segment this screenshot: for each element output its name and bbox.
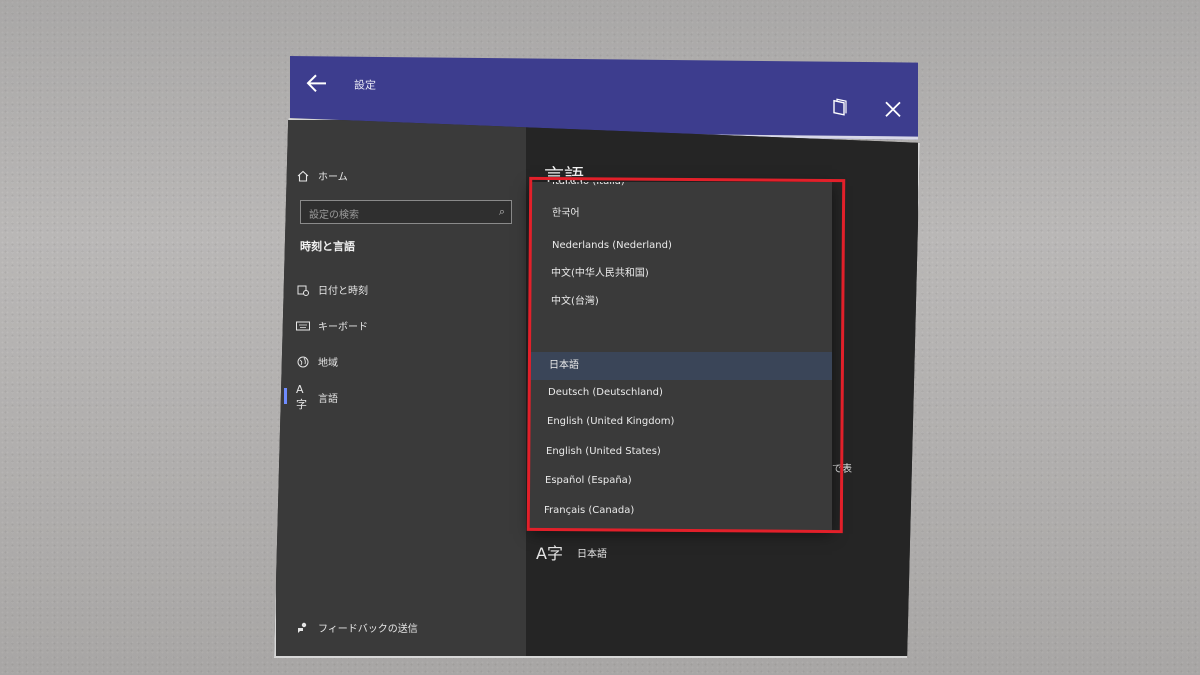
- search-input[interactable]: 設定の検索 ⌕: [300, 200, 512, 224]
- language-icon: A字: [536, 544, 563, 563]
- sidebar-item-date-time[interactable]: 日付と時刻: [296, 282, 368, 297]
- sidebar-item-region[interactable]: 地域: [296, 354, 338, 369]
- close-icon[interactable]: [884, 100, 902, 118]
- sidebar-item-keyboard[interactable]: キーボード: [296, 318, 368, 333]
- keyboard-icon: [296, 319, 310, 333]
- window-title: 設定: [354, 78, 376, 92]
- feedback-label: フィードバックの送信: [318, 624, 418, 635]
- display-language-value: 日本語: [576, 548, 607, 560]
- pin-window-icon[interactable]: [830, 98, 850, 118]
- search-icon: ⌕: [498, 205, 505, 218]
- sidebar: ホーム 設定の検索 ⌕ 時刻と言語 日付と時刻 キーボード 地域 A字 言語 フ…: [276, 120, 526, 656]
- sidebar-item-label: 言語: [318, 394, 338, 405]
- active-indicator: [284, 388, 287, 404]
- display-language-row[interactable]: A字 日本語: [536, 540, 607, 564]
- sidebar-item-label: ホーム: [318, 172, 348, 183]
- sidebar-item-language[interactable]: A字 言語: [296, 383, 338, 411]
- red-highlight-box: [526, 176, 846, 534]
- section-title: 時刻と言語: [300, 240, 355, 253]
- sidebar-item-label: 日付と時刻: [318, 286, 368, 297]
- sidebar-item-label: 地域: [318, 358, 338, 369]
- language-icon: A字: [296, 383, 307, 411]
- home-icon: [296, 169, 310, 183]
- calendar-clock-icon: [296, 283, 310, 297]
- search-placeholder: 設定の検索: [309, 210, 359, 221]
- sidebar-item-home[interactable]: ホーム: [296, 168, 348, 183]
- globe-icon: [296, 355, 310, 369]
- sidebar-item-label: キーボード: [318, 322, 368, 333]
- feedback-icon: [296, 621, 310, 635]
- back-arrow-icon[interactable]: [304, 70, 330, 96]
- feedback-link[interactable]: フィードバックの送信: [296, 620, 418, 635]
